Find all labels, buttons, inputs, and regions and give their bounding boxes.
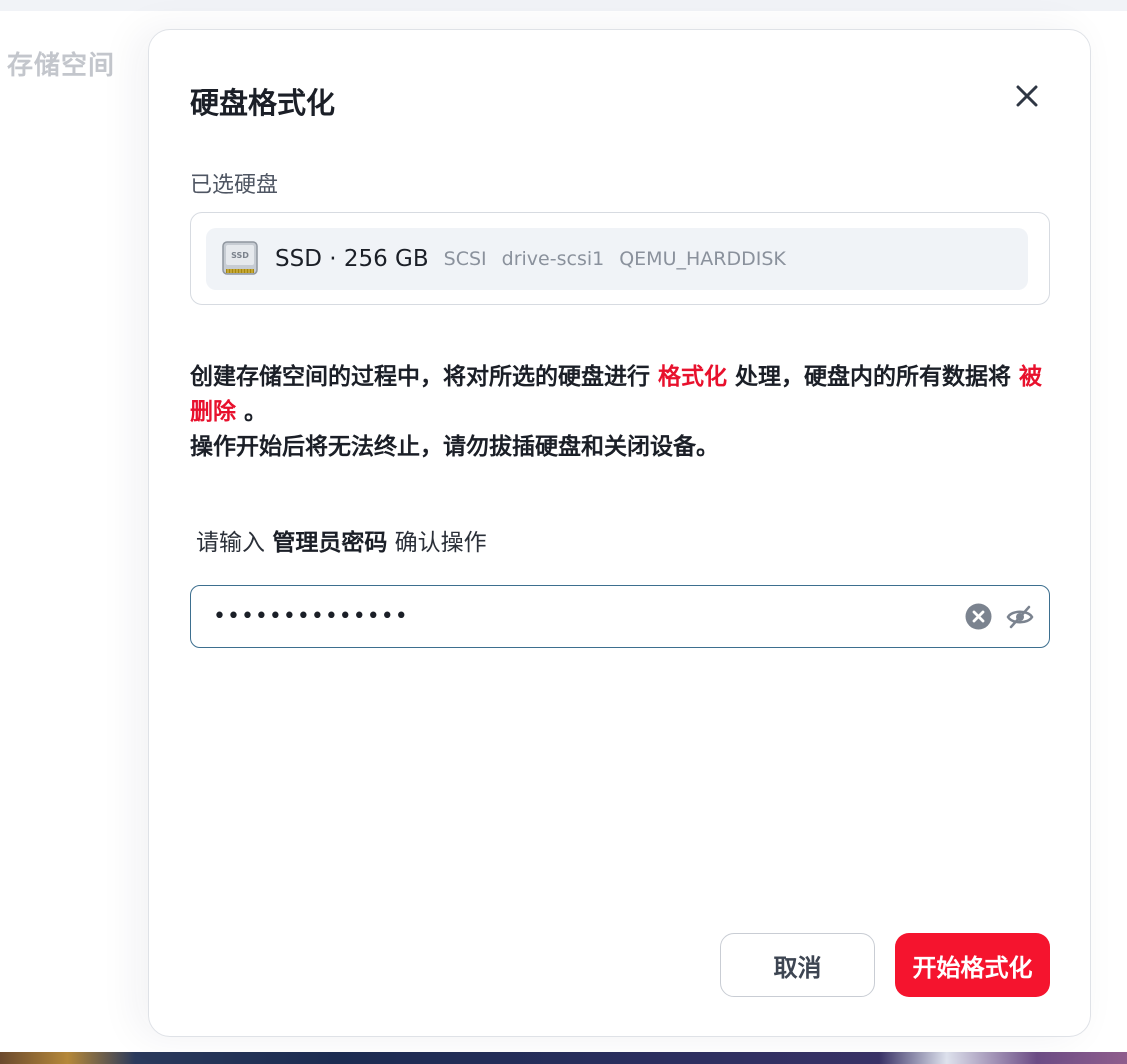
admin-password-field[interactable]: •••••••••••••• (190, 585, 1050, 648)
disk-type-size: SSD · 256 GB (275, 246, 429, 272)
close-icon (1016, 85, 1038, 107)
password-prompt-suffix: 确认操作 (394, 530, 487, 556)
close-button[interactable] (1011, 80, 1043, 112)
disk-item: SSD SSD · 256 GB SCSI drive-scsi1 QEMU_H… (206, 228, 1028, 290)
format-disk-dialog: 硬盘格式化 已选硬盘 SSD SSD · 256 GB SCSI drive-s… (148, 29, 1091, 1037)
disk-model: QEMU_HARDDISK (619, 248, 786, 270)
disk-device: drive-scsi1 (501, 248, 605, 270)
selected-disk-box: SSD SSD · 256 GB SCSI drive-scsi1 QEMU_H… (190, 212, 1050, 305)
selected-disk-label: 已选硬盘 (190, 173, 279, 198)
password-prompt: 请输入 管理员密码 确认操作 (196, 523, 487, 557)
start-format-button[interactable]: 开始格式化 (895, 933, 1050, 997)
warning-text-1: 创建存储空间的过程中，将对所选的硬盘进行 (190, 364, 650, 390)
ssd-icon: SSD (222, 241, 258, 275)
cancel-button[interactable]: 取消 (720, 933, 875, 997)
password-prompt-bold: 管理员密码 (272, 530, 388, 556)
clear-icon (965, 603, 991, 630)
clear-password-button[interactable] (963, 602, 993, 632)
background-page-title: 存储空间 (7, 51, 116, 81)
ssd-icon-text: SSD (231, 251, 249, 260)
disk-bus: SCSI (443, 248, 487, 270)
eye-off-icon (1006, 605, 1034, 628)
warning-text-line2: 操作开始后将无法终止，请勿拔插硬盘和关闭设备。 (190, 434, 719, 460)
toggle-password-visibility-button[interactable] (1005, 602, 1035, 632)
password-prompt-prefix: 请输入 (196, 530, 265, 556)
warning-text-2: 处理，硬盘内的所有数据将 (735, 364, 1012, 390)
top-strip (0, 0, 1127, 11)
dialog-title: 硬盘格式化 (190, 86, 336, 120)
password-input[interactable]: •••••••••••••• (213, 604, 963, 629)
format-warning: 创建存储空间的过程中，将对所选的硬盘进行 格式化 处理，硬盘内的所有数据将 被删… (190, 360, 1050, 465)
warning-highlight-format: 格式化 (658, 364, 728, 390)
warning-text-3: 。 (244, 399, 268, 425)
desktop-wallpaper-strip (0, 1052, 1127, 1064)
